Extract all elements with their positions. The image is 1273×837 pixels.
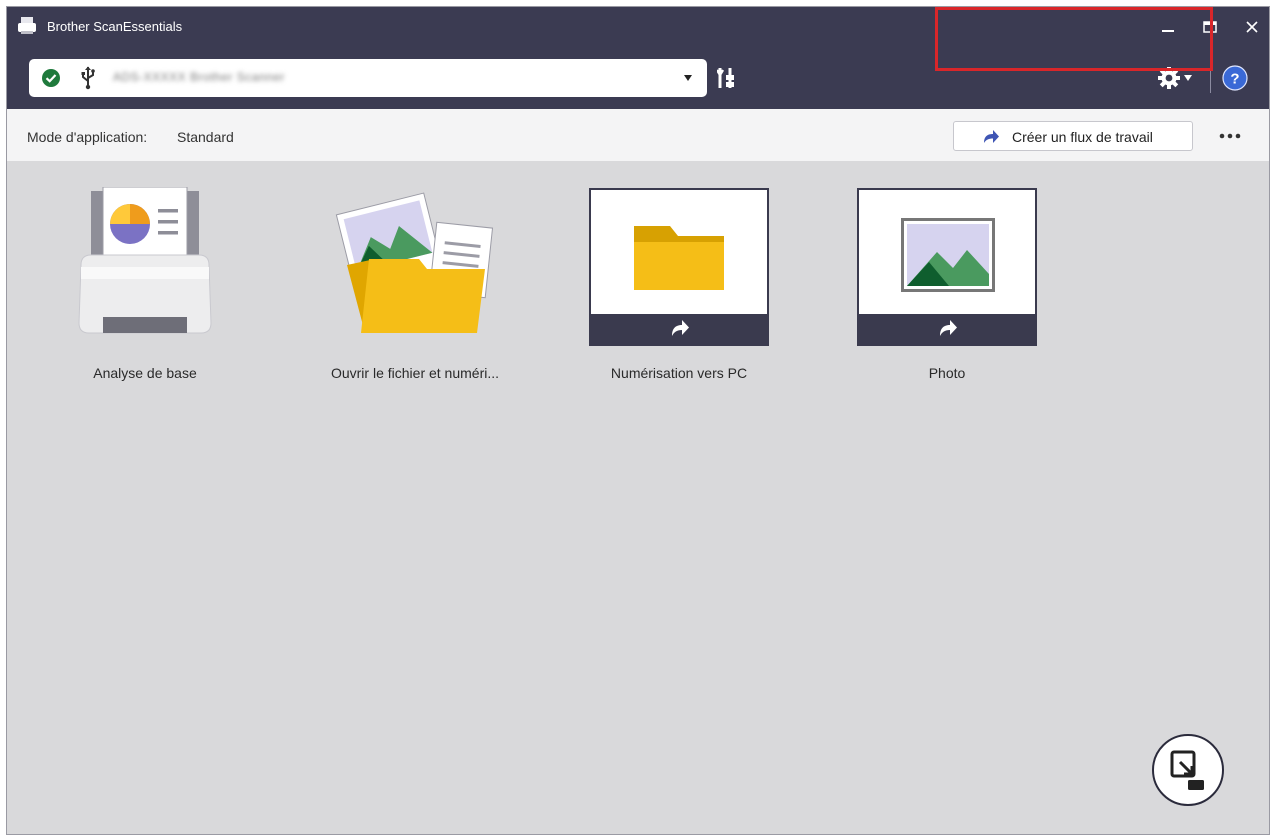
application-mode-label: Mode d'application: [27,129,148,145]
tile-scan-to-pc-label: Numérisation vers PC [610,365,748,381]
scan-to-device-button[interactable] [1152,734,1224,806]
close-button[interactable] [1237,13,1267,41]
scanner-app-icon [18,17,36,34]
scanner-icon [78,187,212,334]
scan-to-device-icon [1170,750,1204,790]
maximize-icon [1203,21,1217,33]
tile-card-footer [591,314,767,344]
create-workflow-label: Créer un flux de travail [1012,129,1153,145]
check-circle-icon [42,69,60,87]
minimize-icon [1162,30,1174,32]
help-icon[interactable]: ? [1222,65,1248,91]
app-window: Brother ScanEssentials ADS-XXXXX Brother… [6,6,1270,835]
share-arrow-icon [940,320,957,336]
usb-icon [81,66,95,90]
gear-menu-button[interactable] [1157,64,1201,92]
maximize-button[interactable] [1195,13,1225,41]
chevron-down-icon [684,75,692,81]
more-icon[interactable] [1217,125,1243,147]
toolbar-divider [1210,63,1211,93]
share-arrow-icon [984,130,999,143]
tile-open-file-scan-label: Ouvrir le fichier et numéri... [330,365,500,381]
chevron-down-icon [1184,75,1192,81]
gear-icon [1158,67,1180,89]
tile-card [857,188,1037,346]
minimize-button[interactable] [1153,13,1183,41]
device-select[interactable]: ADS-XXXXX Brother Scanner [29,59,707,97]
tile-basic-scan-label: Analyse de base [93,365,197,381]
device-name: ADS-XXXXX Brother Scanner [113,70,285,84]
tile-photo-label: Photo [928,365,966,381]
application-mode-value: Standard [177,129,234,145]
tile-card [589,188,769,346]
device-settings-icon[interactable] [717,65,739,91]
folder-icon [634,226,724,290]
svg-text:?: ? [1230,71,1239,88]
create-workflow-button[interactable]: Créer un flux de travail [953,121,1193,151]
window-title: Brother ScanEssentials [47,19,183,34]
share-arrow-icon [672,320,689,336]
close-icon [1246,21,1258,33]
title-bar: Brother ScanEssentials [7,7,1269,47]
open-folder-icon [335,192,494,333]
photo-icon [901,218,995,292]
toolbar: ADS-XXXXX Brother Scanner ? [7,47,1269,109]
tile-card-footer [859,314,1035,344]
mode-bar: Mode d'application: Standard Créer un fl… [7,109,1269,161]
